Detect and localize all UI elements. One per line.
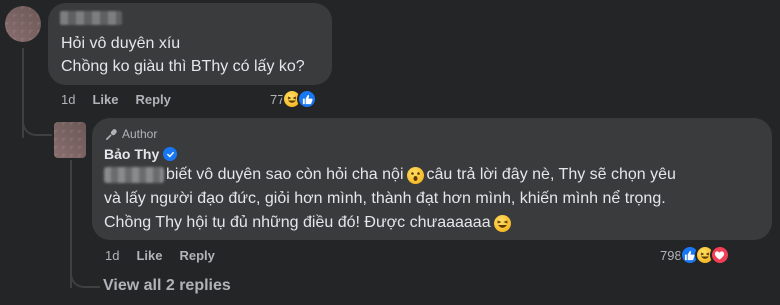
thread-connector-curve: [22, 100, 52, 136]
author-name-text[interactable]: Bảo Thy: [104, 146, 159, 162]
comment-text-line: Hỏi vô duyên xíu: [61, 35, 181, 52]
reaction-count: 798: [660, 247, 682, 263]
like-icon: [297, 89, 318, 109]
reply-button[interactable]: Reply: [179, 248, 214, 263]
author-name[interactable]: Bảo Thy: [104, 146, 178, 162]
reply-text-segment: Chồng Thy hội tụ đủ những điều đó! Được …: [104, 214, 491, 231]
reply-text-line: và lấy người đạo đức, giỏi hơn mình, thà…: [104, 190, 666, 207]
comment-actions: 1d Like Reply: [61, 92, 171, 107]
comment-timestamp[interactable]: 1d: [61, 92, 75, 107]
view-all-connector: [70, 262, 100, 288]
comment-text-line: Chồng ko giàu thì BThy có lấy ko?: [61, 58, 305, 75]
like-button[interactable]: Like: [92, 92, 118, 107]
author-badge-label: Author: [122, 127, 158, 141]
mention-blurred[interactable]: [104, 167, 164, 183]
like-button[interactable]: Like: [136, 248, 162, 263]
commenter-avatar[interactable]: [5, 6, 41, 42]
microphone-icon: [106, 128, 117, 140]
reply-text-line: Chồng Thy hội tụ đủ những điều đó! Được …: [104, 214, 514, 232]
reply-text-line: biết vô duyên sao còn hỏi cha nội câu tr…: [104, 166, 676, 184]
reply-bubble: Author Bảo Thy biết vô duyên sao còn hỏi…: [92, 118, 772, 240]
reply-button[interactable]: Reply: [135, 92, 170, 107]
view-all-replies-link[interactable]: View all 2 replies: [103, 277, 231, 295]
love-icon: [709, 245, 730, 265]
comment-bubble: Hỏi vô duyên xíu Chồng ko giàu thì BThy …: [48, 3, 332, 85]
laughing-emoji-icon: [493, 214, 511, 232]
author-badge: Author: [105, 127, 157, 141]
reaction-summary[interactable]: 77: [270, 89, 318, 109]
commenter-name-blurred[interactable]: [60, 11, 122, 25]
reply-text-segment: biết vô duyên sao còn hỏi cha nội: [166, 166, 404, 183]
verified-badge-icon: [163, 147, 178, 161]
reply-timestamp[interactable]: 1d: [105, 248, 119, 263]
shocked-emoji-icon: [406, 166, 424, 184]
reply-text-segment: câu trả lời đây nè, Thy sẽ chọn yêu: [426, 166, 676, 183]
reaction-summary[interactable]: 798: [660, 245, 730, 265]
author-avatar[interactable]: [54, 122, 86, 158]
reply-actions: 1d Like Reply: [105, 248, 215, 263]
